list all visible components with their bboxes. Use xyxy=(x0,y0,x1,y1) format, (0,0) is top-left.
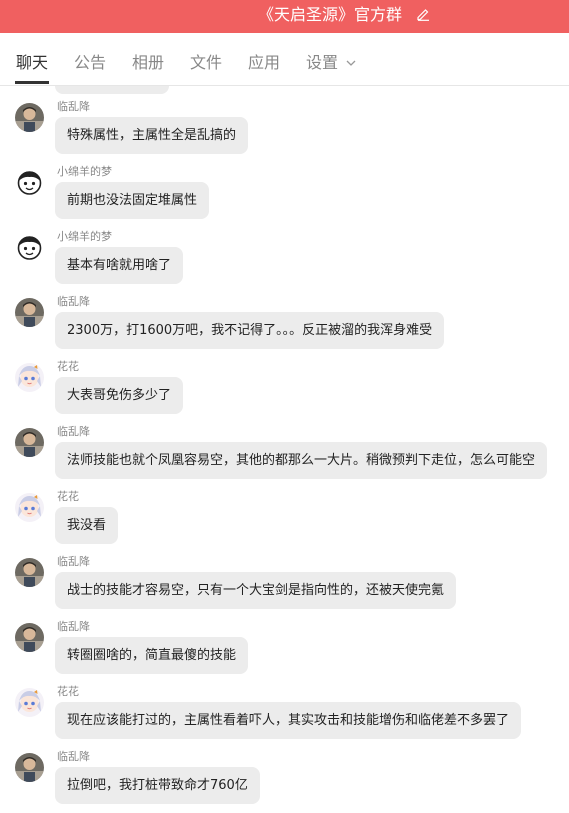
message-bubble[interactable]: 战士的技能才容易空，只有一个大宝剑是指向性的，还被天使完氪 xyxy=(55,572,457,609)
sender-name[interactable]: 临乱降 xyxy=(57,425,90,439)
tab-settings[interactable]: 设置 xyxy=(306,53,338,73)
sender-name[interactable]: 临乱降 xyxy=(57,750,90,764)
edit-icon[interactable] xyxy=(416,7,430,21)
avatar[interactable] xyxy=(15,298,44,327)
message-bubble[interactable]: 转圈圈啥的，简直最傻的技能 xyxy=(55,637,249,674)
message-bubble[interactable]: 2300万，打1600万吧，我不记得了。。。反正被溜的我浑身难受 xyxy=(55,312,445,349)
message-bubble[interactable]: 我没看 xyxy=(55,507,119,544)
sender-name[interactable]: 花花 xyxy=(57,360,79,374)
sender-name[interactable]: 小绵羊的梦 xyxy=(57,230,112,244)
qq-group-window: 《天启圣源》官方群 聊天 公告 相册 文件 应用 设置 临乱降特殊属性，主属性全… xyxy=(0,0,569,813)
avatar[interactable] xyxy=(15,558,44,587)
tab-album[interactable]: 相册 xyxy=(132,53,164,73)
group-title-bar: 《天启圣源》官方群 xyxy=(0,0,569,33)
avatar[interactable] xyxy=(15,233,44,262)
tab-chat[interactable]: 聊天 xyxy=(16,53,48,73)
tab-files[interactable]: 文件 xyxy=(190,53,222,73)
group-title: 《天启圣源》官方群 xyxy=(258,5,403,24)
tab-apps[interactable]: 应用 xyxy=(248,53,280,73)
message-bubble[interactable]: 大表哥免伤多少了 xyxy=(55,377,184,414)
sender-name[interactable]: 临乱降 xyxy=(57,620,90,634)
sender-name[interactable]: 临乱降 xyxy=(57,555,90,569)
avatar[interactable] xyxy=(15,168,44,197)
previous-message-bubble xyxy=(55,86,169,94)
sender-name[interactable]: 花花 xyxy=(57,490,79,504)
sender-name[interactable]: 小绵羊的梦 xyxy=(57,165,112,179)
sender-name[interactable]: 花花 xyxy=(57,685,79,699)
avatar[interactable] xyxy=(15,688,44,717)
avatar[interactable] xyxy=(15,363,44,392)
avatar[interactable] xyxy=(15,493,44,522)
sender-name[interactable]: 临乱降 xyxy=(57,100,90,114)
avatar[interactable] xyxy=(15,103,44,132)
message-bubble[interactable]: 现在应该能打过的，主属性看着吓人，其实攻击和技能增伤和临佬差不多罢了 xyxy=(55,702,522,739)
message-bubble[interactable]: 基本有啥就用啥了 xyxy=(55,247,184,284)
avatar[interactable] xyxy=(15,623,44,652)
message-bubble[interactable]: 前期也没法固定堆属性 xyxy=(55,182,210,219)
avatar[interactable] xyxy=(15,753,44,782)
sender-name[interactable]: 临乱降 xyxy=(57,295,90,309)
message-bubble[interactable]: 特殊属性，主属性全是乱搞的 xyxy=(55,117,249,154)
tab-announcements[interactable]: 公告 xyxy=(74,53,106,73)
avatar[interactable] xyxy=(15,428,44,457)
chevron-down-icon[interactable] xyxy=(346,59,356,67)
message-bubble[interactable]: 法师技能也就个凤凰容易空，其他的都那么一大片。稍微预判下走位，怎么可能空 xyxy=(55,442,548,479)
message-bubble[interactable]: 拉倒吧，我打桩带致命才760亿 xyxy=(55,767,260,804)
active-tab-indicator xyxy=(15,81,49,84)
tab-bar: 聊天 公告 相册 文件 应用 设置 xyxy=(0,33,569,86)
